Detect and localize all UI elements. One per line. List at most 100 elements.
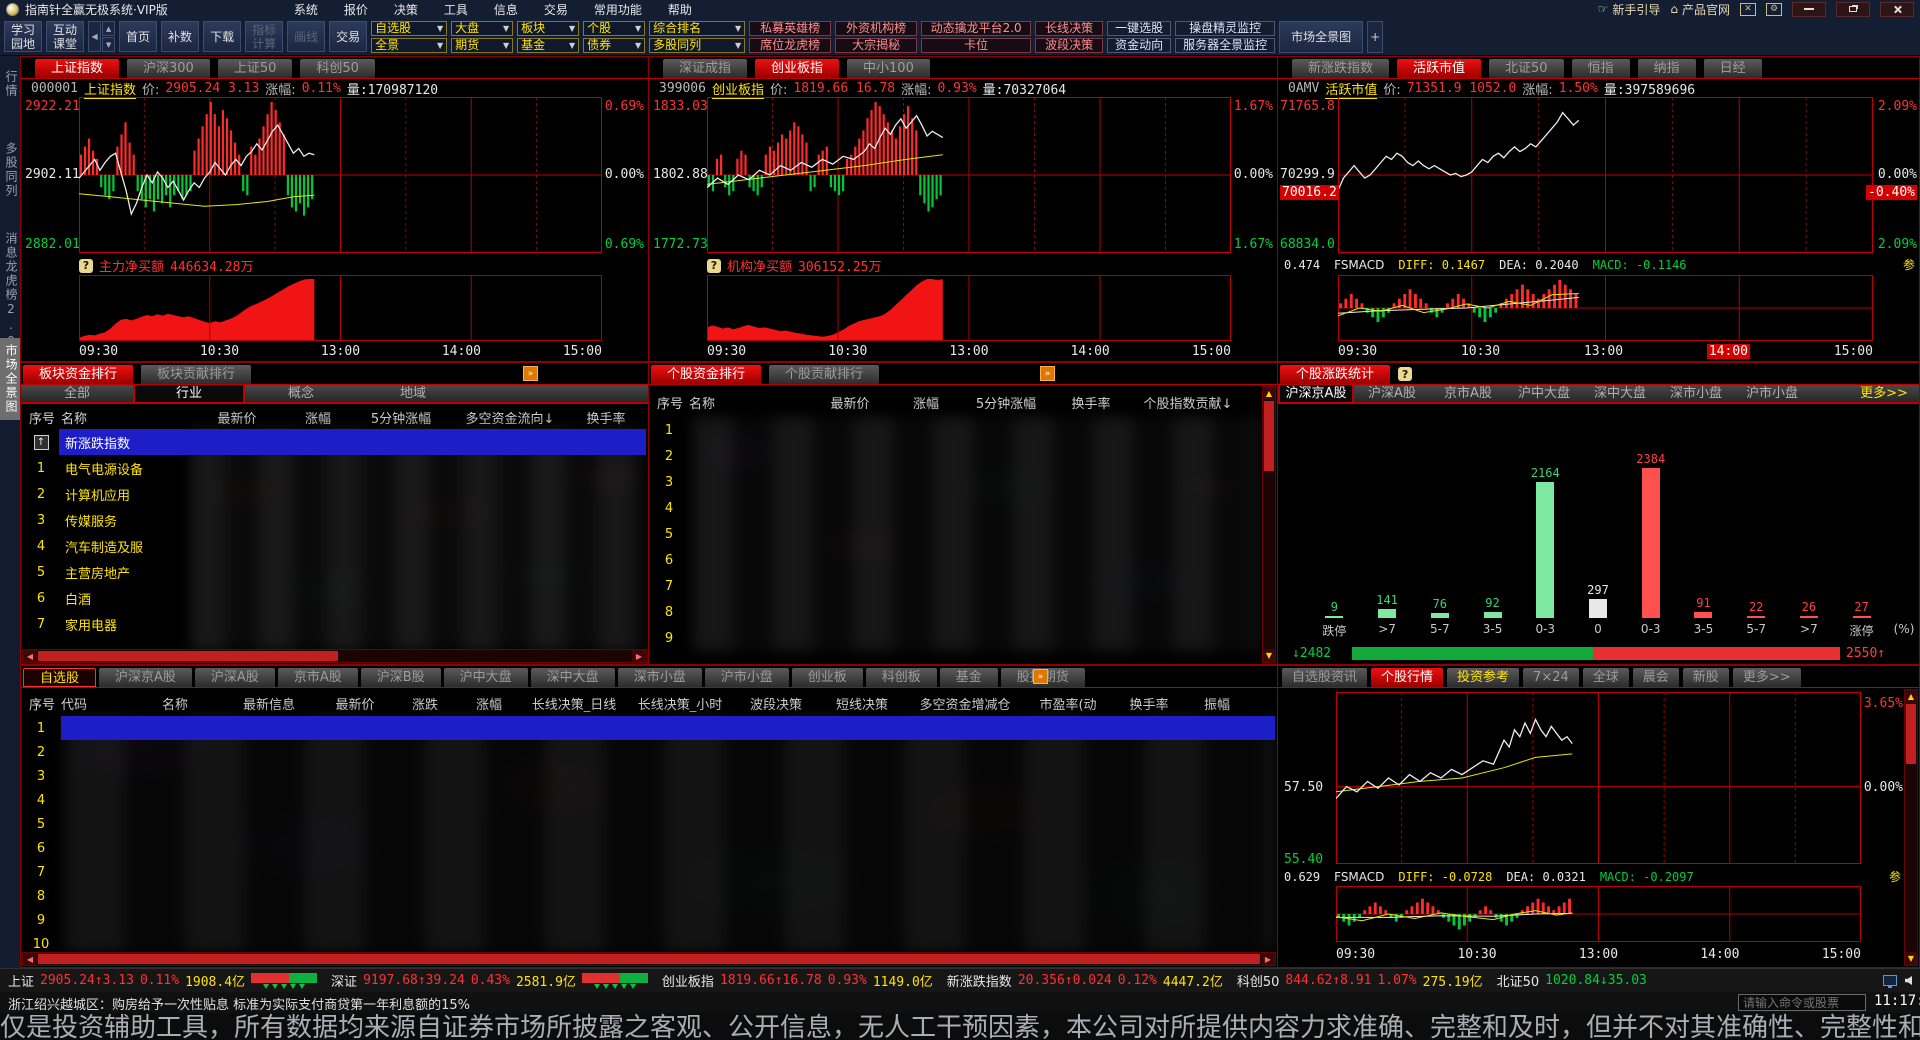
sidebar-item-2[interactable]: 消息龙虎榜2.0	[0, 232, 20, 350]
watchlist-tab-7[interactable]: 深市小盘	[618, 668, 702, 687]
menu-4[interactable]: 信息	[494, 1, 518, 18]
vertical-scrollbar[interactable]: ▲▼	[1262, 386, 1276, 663]
settings-wrench-icon[interactable]: ⚙	[1766, 3, 1782, 16]
news-tab-1[interactable]: 个股行情	[1371, 668, 1443, 687]
toolbar-panorama-button[interactable]: 市场全景图	[1279, 21, 1363, 53]
index-tab-0-1[interactable]: 沪深300	[127, 59, 210, 78]
menu-2[interactable]: 决策	[394, 1, 418, 18]
pink-button-1-2[interactable]: 卡位	[921, 38, 1031, 53]
newbie-guide-link[interactable]: ☞新手引导	[1598, 1, 1661, 18]
watchlist-tab-11[interactable]: 基金	[940, 668, 998, 687]
table-row[interactable]: 8	[649, 599, 1259, 625]
minimize-button[interactable]	[1792, 2, 1826, 17]
fullscreen-icon[interactable]: ✕	[1740, 3, 1756, 16]
white-button-0-1[interactable]: 操盘精灵监控	[1175, 21, 1275, 36]
index-tab-1-1[interactable]: 创业板指	[755, 59, 839, 78]
sector-tab-1[interactable]: 板块贡献排行	[141, 365, 251, 384]
macd-params-link[interactable]: 参	[1903, 256, 1915, 273]
index-tab-0-0[interactable]: 上证指数	[35, 59, 119, 78]
toolbar-study-button-0[interactable]: 学习园地	[4, 21, 42, 52]
table-row[interactable]: ↑新涨跌指数	[21, 429, 648, 455]
restore-button[interactable]	[1836, 2, 1870, 17]
updown-subtab-5[interactable]: 深市小盘	[1658, 385, 1734, 402]
table-row[interactable]: 2	[649, 443, 1259, 469]
table-row[interactable]: 4	[649, 495, 1259, 521]
table-row[interactable]: 4汽车制造及服	[21, 533, 648, 559]
sidebar-item-3[interactable]: 市场全景图	[0, 338, 20, 420]
command-input[interactable]	[1738, 994, 1866, 1011]
toolbar-add-button[interactable]: +	[1367, 21, 1383, 53]
dropdown-0-2[interactable]: 板块▼	[517, 21, 579, 36]
table-row[interactable]: 9	[21, 908, 1277, 932]
news-tab-0[interactable]: 自选股资讯	[1282, 668, 1367, 687]
table-row[interactable]: 1	[21, 716, 1277, 740]
updown-subtab-4[interactable]: 深中大盘	[1582, 385, 1658, 402]
watchlist-tab-0[interactable]: 自选股	[23, 668, 96, 687]
table-row[interactable]: 4	[21, 788, 1277, 812]
help-icon[interactable]: ?	[1398, 367, 1412, 381]
toolbar-button-首页[interactable]: 首页	[119, 21, 157, 52]
sector-subtab-0[interactable]: 全部	[21, 385, 133, 402]
updown-subtab-1[interactable]: 沪深A股	[1354, 385, 1430, 402]
pink-button-0-2[interactable]: 动态擒龙平台2.0	[921, 21, 1031, 36]
table-row[interactable]: 1电气电源设备	[21, 455, 648, 481]
news-tab-6[interactable]: 新股	[1683, 668, 1729, 687]
vertical-scrollbar[interactable]: ▲▼	[1904, 689, 1918, 966]
dropdown-0-0[interactable]: 自选股▼	[371, 21, 447, 36]
stockrank-tab-0[interactable]: 个股资金排行	[651, 365, 761, 384]
toolbar-study-button-1[interactable]: 互动课堂	[46, 21, 84, 52]
updown-subtab-more[interactable]: 更多>>	[1849, 385, 1919, 402]
table-row[interactable]: 2	[21, 740, 1277, 764]
watchlist-tab-6[interactable]: 深中大盘	[531, 668, 615, 687]
menu-0[interactable]: 系统	[294, 1, 318, 18]
index-tab-0-2[interactable]: 上证50	[218, 59, 293, 78]
table-row[interactable]: 5	[21, 812, 1277, 836]
more-badge[interactable]: »	[1033, 669, 1048, 684]
dropdown-1-0[interactable]: 全景▼	[371, 38, 447, 53]
table-row[interactable]: 7家用电器	[21, 611, 648, 637]
updown-subtab-6[interactable]: 沪市小盘	[1734, 385, 1810, 402]
scroll-right-icon[interactable]: ▶	[632, 650, 646, 662]
pink-button-1-0[interactable]: 席位龙虎榜	[749, 38, 831, 53]
menu-6[interactable]: 常用功能	[594, 1, 642, 18]
index-tab-2-3[interactable]: 恒指	[1572, 59, 1630, 78]
white-button-1-0[interactable]: 资金动向	[1107, 38, 1171, 53]
nav-up-icon[interactable]: ▲	[102, 21, 115, 36]
table-row[interactable]: 6	[649, 547, 1259, 573]
index-tab-2-5[interactable]: 日经	[1704, 59, 1762, 78]
sector-tab-0[interactable]: 板块资金排行	[23, 365, 133, 384]
macd-params-link[interactable]: 参	[1889, 868, 1901, 885]
table-row[interactable]: 9	[649, 625, 1259, 651]
pink-button-0-3[interactable]: 长线决策	[1035, 21, 1103, 36]
table-row[interactable]: 5主营房地产	[21, 559, 648, 585]
sector-subtab-3[interactable]: 地域	[357, 385, 469, 402]
dropdown-0-4[interactable]: 综合排名▼	[649, 21, 745, 36]
index-tab-2-0[interactable]: 新涨跌指数	[1292, 59, 1389, 78]
help-icon[interactable]: ?	[707, 259, 721, 273]
nav-down-icon[interactable]: ▼	[102, 37, 115, 52]
speaker-icon[interactable]	[1905, 976, 1912, 985]
white-button-1-1[interactable]: 服务器全景监控	[1175, 38, 1275, 53]
updown-tab[interactable]: 个股涨跌统计	[1280, 365, 1390, 384]
white-button-0-0[interactable]: 一键选股	[1107, 21, 1171, 36]
dropdown-1-3[interactable]: 债券▼	[583, 38, 645, 53]
menu-7[interactable]: 帮助	[668, 1, 692, 18]
scroll-left-icon[interactable]: ◀	[23, 650, 37, 662]
index-tab-2-4[interactable]: 纳指	[1638, 59, 1696, 78]
sector-subtab-1[interactable]: 行业	[133, 385, 245, 402]
watchlist-tab-8[interactable]: 沪市小盘	[705, 668, 789, 687]
watchlist-tab-10[interactable]: 科创板	[866, 668, 937, 687]
news-tab-2[interactable]: 投资参考	[1447, 668, 1519, 687]
stockrank-tab-1[interactable]: 个股贡献排行	[769, 365, 879, 384]
scroll-down-icon[interactable]: ▼	[1905, 952, 1917, 965]
official-site-link[interactable]: ⌂产品官网	[1670, 1, 1730, 18]
table-row[interactable]: 7	[21, 860, 1277, 884]
scroll-up-icon[interactable]: ▲	[1905, 690, 1917, 703]
monitor-icon[interactable]	[1883, 975, 1897, 986]
horizontal-scrollbar[interactable]: ◀▶	[22, 649, 647, 663]
dropdown-1-4[interactable]: 多股同列▼	[649, 38, 745, 53]
updown-subtab-0[interactable]: 沪深京A股	[1278, 385, 1354, 402]
toolbar-button-下载[interactable]: 下载	[203, 21, 241, 52]
scroll-down-icon[interactable]: ▼	[1263, 649, 1275, 662]
index-tab-0-3[interactable]: 科创50	[300, 59, 375, 78]
